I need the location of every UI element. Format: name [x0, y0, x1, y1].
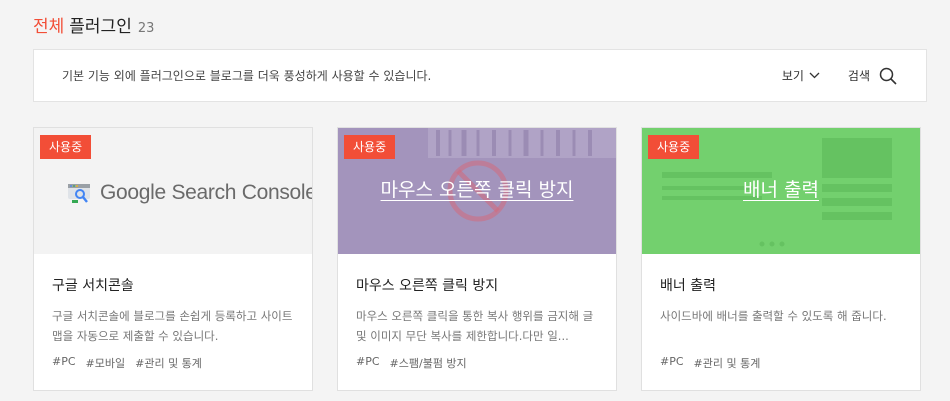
status-badge: 사용중 [648, 135, 700, 159]
search-icon [879, 67, 897, 85]
tag: #PC [356, 355, 380, 368]
card-description: 사이드바에 배너를 출력할 수 있도록 해 줍니다. [660, 309, 887, 323]
status-badge: 사용중 [40, 135, 92, 159]
card-description: 마우스 오른쪽 클릭을 통한 복사 행위를 금지해 글 및 이미지 무단 복사를… [356, 309, 594, 343]
status-badge: 사용중 [344, 135, 396, 159]
thumbnail-title: 배너 출력 [743, 179, 819, 201]
plugin-card-banner-output[interactable]: 사용중 배너 출력 배너 출력 사이드바에 배너를 출력할 수 있도록 해 줍니… [641, 127, 921, 391]
tag: #모바일 [85, 357, 126, 370]
page-title-accent: 전체 [33, 17, 65, 37]
card-title: 배너 출력 [660, 278, 716, 294]
plugin-count: 23 [137, 21, 155, 36]
info-description: 기본 기능 외에 플러그인으로 블로그를 더욱 풍성하게 사용할 수 있습니다. [62, 69, 432, 83]
tag: #PC [52, 355, 76, 368]
card-thumbnail: 사용중 Google Search Console [34, 128, 312, 254]
tag: #스팸/불펌 방지 [389, 357, 467, 370]
card-tags: #PC #모바일 #관리 및 통계 [52, 355, 212, 371]
card-thumbnail: 사용중 배너 출력 [642, 128, 920, 254]
tag: #관리 및 통계 [693, 357, 761, 370]
view-button[interactable]: 보기 [782, 67, 820, 84]
gsc-logo-text: Google Search Console [100, 181, 312, 204]
card-title: 구글 서치콘솔 [52, 278, 134, 294]
plugin-card-right-click-block[interactable]: 사용중 마우스 오른쪽 클릭 방지 마우스 오른쪽 클릭 방지 마우스 오른쪽 … [337, 127, 617, 391]
google-search-console-icon [68, 184, 90, 203]
chevron-down-icon [809, 72, 820, 79]
view-label: 보기 [781, 69, 804, 83]
card-tags: #PC #스팸/불펌 방지 [356, 355, 477, 371]
tag: #PC [660, 355, 684, 368]
card-body: 배너 출력 사이드바에 배너를 출력할 수 있도록 해 줍니다. [660, 275, 904, 326]
page-title-main: 플러그인 [69, 17, 132, 37]
info-bar: 기본 기능 외에 플러그인으로 블로그를 더욱 풍성하게 사용할 수 있습니다.… [33, 49, 927, 102]
search-button[interactable]: 검색 [848, 67, 897, 85]
card-tags: #PC #관리 및 통계 [660, 355, 770, 371]
card-title: 마우스 오른쪽 클릭 방지 [356, 278, 499, 294]
thumbnail-title: 마우스 오른쪽 클릭 방지 [380, 179, 574, 201]
tag: #관리 및 통계 [135, 357, 202, 370]
google-search-console-logo: Google Search Console [66, 180, 312, 206]
card-body: 구글 서치콘솔 구글 서치콘솔에 블로그를 손쉽게 등록하고 사이트맵을 자동으… [52, 275, 296, 346]
card-thumbnail: 사용중 마우스 오른쪽 클릭 방지 [338, 128, 616, 254]
page-title: 전체 플러그인 23 [33, 12, 155, 37]
plugin-card-google-search-console[interactable]: 사용중 Google Search Console 구글 서치콘솔 구글 서치콘… [33, 127, 313, 391]
card-description: 구글 서치콘솔에 블로그를 손쉽게 등록하고 사이트맵을 자동으로 제출할 수 … [52, 309, 293, 343]
search-label: 검색 [847, 69, 870, 83]
card-body: 마우스 오른쪽 클릭 방지 마우스 오른쪽 클릭을 통한 복사 행위를 금지해 … [356, 275, 600, 346]
